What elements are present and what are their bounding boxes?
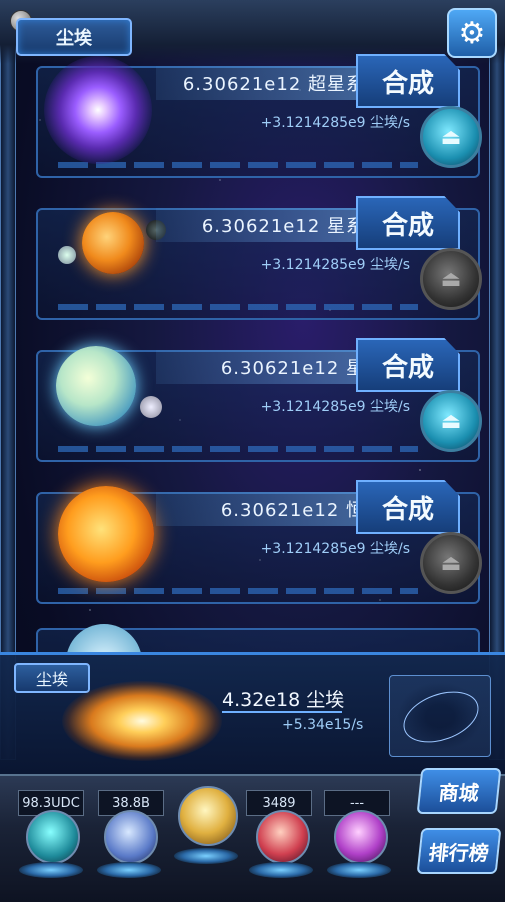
moon-icon [140,396,162,418]
item-row-supercluster: 6.30621e12 超星系团 合成 +3.1214285e9 尘埃/s ⏏ [36,48,490,178]
orbit-diagram-icon [389,675,491,757]
right-frame-rail [489,0,505,760]
dust-rate: +5.34e15/s [282,717,364,733]
shop-button[interactable]: 商城 [416,768,502,814]
gear-icon: ⚙ [458,15,486,51]
pedestal [327,862,391,878]
ranking-button[interactable]: 排行榜 [416,828,502,874]
item-rate: +3.1214285e9 尘埃/s [260,541,410,557]
atom-orb-button[interactable] [256,810,310,864]
item-row-partial [36,610,490,652]
galaxy-cluster-image [82,212,144,274]
bottom-bar: 98.3UDC 38.8B 3489 --- 商城 排行榜 [0,768,505,902]
pedestal [97,862,161,878]
upgrade-button[interactable]: ⏏ [420,248,482,310]
item-rate: +3.1214285e9 尘埃/s [260,257,410,273]
upgrade-arrow-icon: ⏏ [440,124,462,150]
upgrade-button[interactable]: ⏏ [420,532,482,594]
molecule-orb-button[interactable] [26,810,80,864]
upgrade-arrow-icon: ⏏ [440,266,462,292]
pedestal [174,848,238,864]
supercluster-image [44,56,152,164]
small-planet-icon [58,246,76,264]
dust-burst-image [62,681,222,761]
pedestal [19,862,83,878]
item-rate: +3.1214285e9 尘埃/s [260,399,410,415]
upgrade-arrow-icon: ⏏ [440,550,462,576]
item-rate: +3.1214285e9 尘埃/s [260,115,410,131]
lightning-orb-button[interactable] [104,810,158,864]
merge-button[interactable]: 合成 [356,54,460,108]
upgrade-arrow-icon: ⏏ [440,408,462,434]
dust-panel: 尘埃 4.32e18 尘埃 +5.34e15/s [0,652,505,779]
upgrade-button[interactable]: ⏏ [420,106,482,168]
dust-total: 4.32e18 尘埃 [222,689,345,711]
left-frame-rail [0,0,16,760]
merge-button[interactable]: 合成 [356,338,460,392]
star-image [58,486,154,582]
dust-panel-label: 尘埃 [14,663,90,693]
pedestal [249,862,313,878]
upgrade-button[interactable]: ⏏ [420,390,482,452]
dust-underline [222,711,342,713]
nebula-orb-button[interactable] [334,810,388,864]
item-row-galaxy: 6.30621e12 星系 合成 +3.1214285e9 尘埃/s ⏏ [36,332,490,462]
dust-orb-button[interactable] [178,786,238,846]
item-row-star: 6.30621e12 恒星 合成 +3.1214285e9 尘埃/s ⏏ [36,474,490,604]
galaxy-image [56,346,136,426]
merge-button[interactable]: 合成 [356,480,460,534]
merge-button[interactable]: 合成 [356,196,460,250]
item-row-galaxy-cluster: 6.30621e12 星系团 合成 +3.1214285e9 尘埃/s ⏏ [36,190,490,320]
